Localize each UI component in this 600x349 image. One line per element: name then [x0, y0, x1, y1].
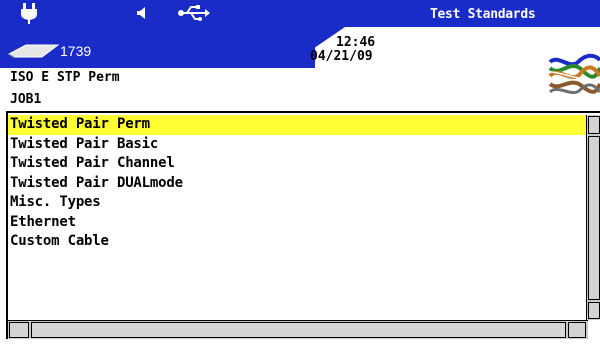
probe-icon — [7, 42, 60, 60]
list-item-twisted-pair-dualmode[interactable]: Twisted Pair DUALmode — [8, 174, 586, 194]
screen-title: Test Standards — [430, 7, 536, 22]
list-item-twisted-pair-basic[interactable]: Twisted Pair Basic — [8, 135, 586, 155]
horizontal-scroll-thumb[interactable] — [31, 322, 566, 338]
plug-icon — [18, 2, 40, 24]
list-item-twisted-pair-perm[interactable]: Twisted Pair Perm — [8, 115, 586, 135]
test-standard-label: ISO E STP Perm — [10, 70, 120, 85]
vertical-scroll-thumb[interactable] — [588, 136, 600, 300]
clock-time: 12:46 — [336, 35, 376, 50]
speaker-icon — [135, 5, 151, 21]
list-item-misc-types[interactable]: Misc. Types — [8, 193, 586, 213]
scroll-up-button[interactable] — [588, 116, 600, 134]
scroll-down-button[interactable] — [588, 302, 600, 319]
bottom-margin — [0, 339, 600, 349]
list-item-twisted-pair-channel[interactable]: Twisted Pair Channel — [8, 154, 586, 174]
usb-icon — [177, 4, 211, 22]
probe-count: 1739 — [60, 43, 92, 59]
list-item-custom-cable[interactable]: Custom Cable — [8, 232, 586, 252]
twisted-cable-icon — [548, 50, 600, 100]
scroll-right-button[interactable] — [568, 322, 586, 338]
clock-date: 04/21/09 — [310, 49, 373, 64]
scroll-left-button[interactable] — [9, 322, 29, 338]
scrollbar-corner — [588, 320, 600, 339]
job-label: JOB1 — [10, 92, 42, 107]
cable-type-list[interactable]: Twisted Pair Perm Twisted Pair Basic Twi… — [8, 115, 586, 252]
list-item-ethernet[interactable]: Ethernet — [8, 213, 586, 233]
